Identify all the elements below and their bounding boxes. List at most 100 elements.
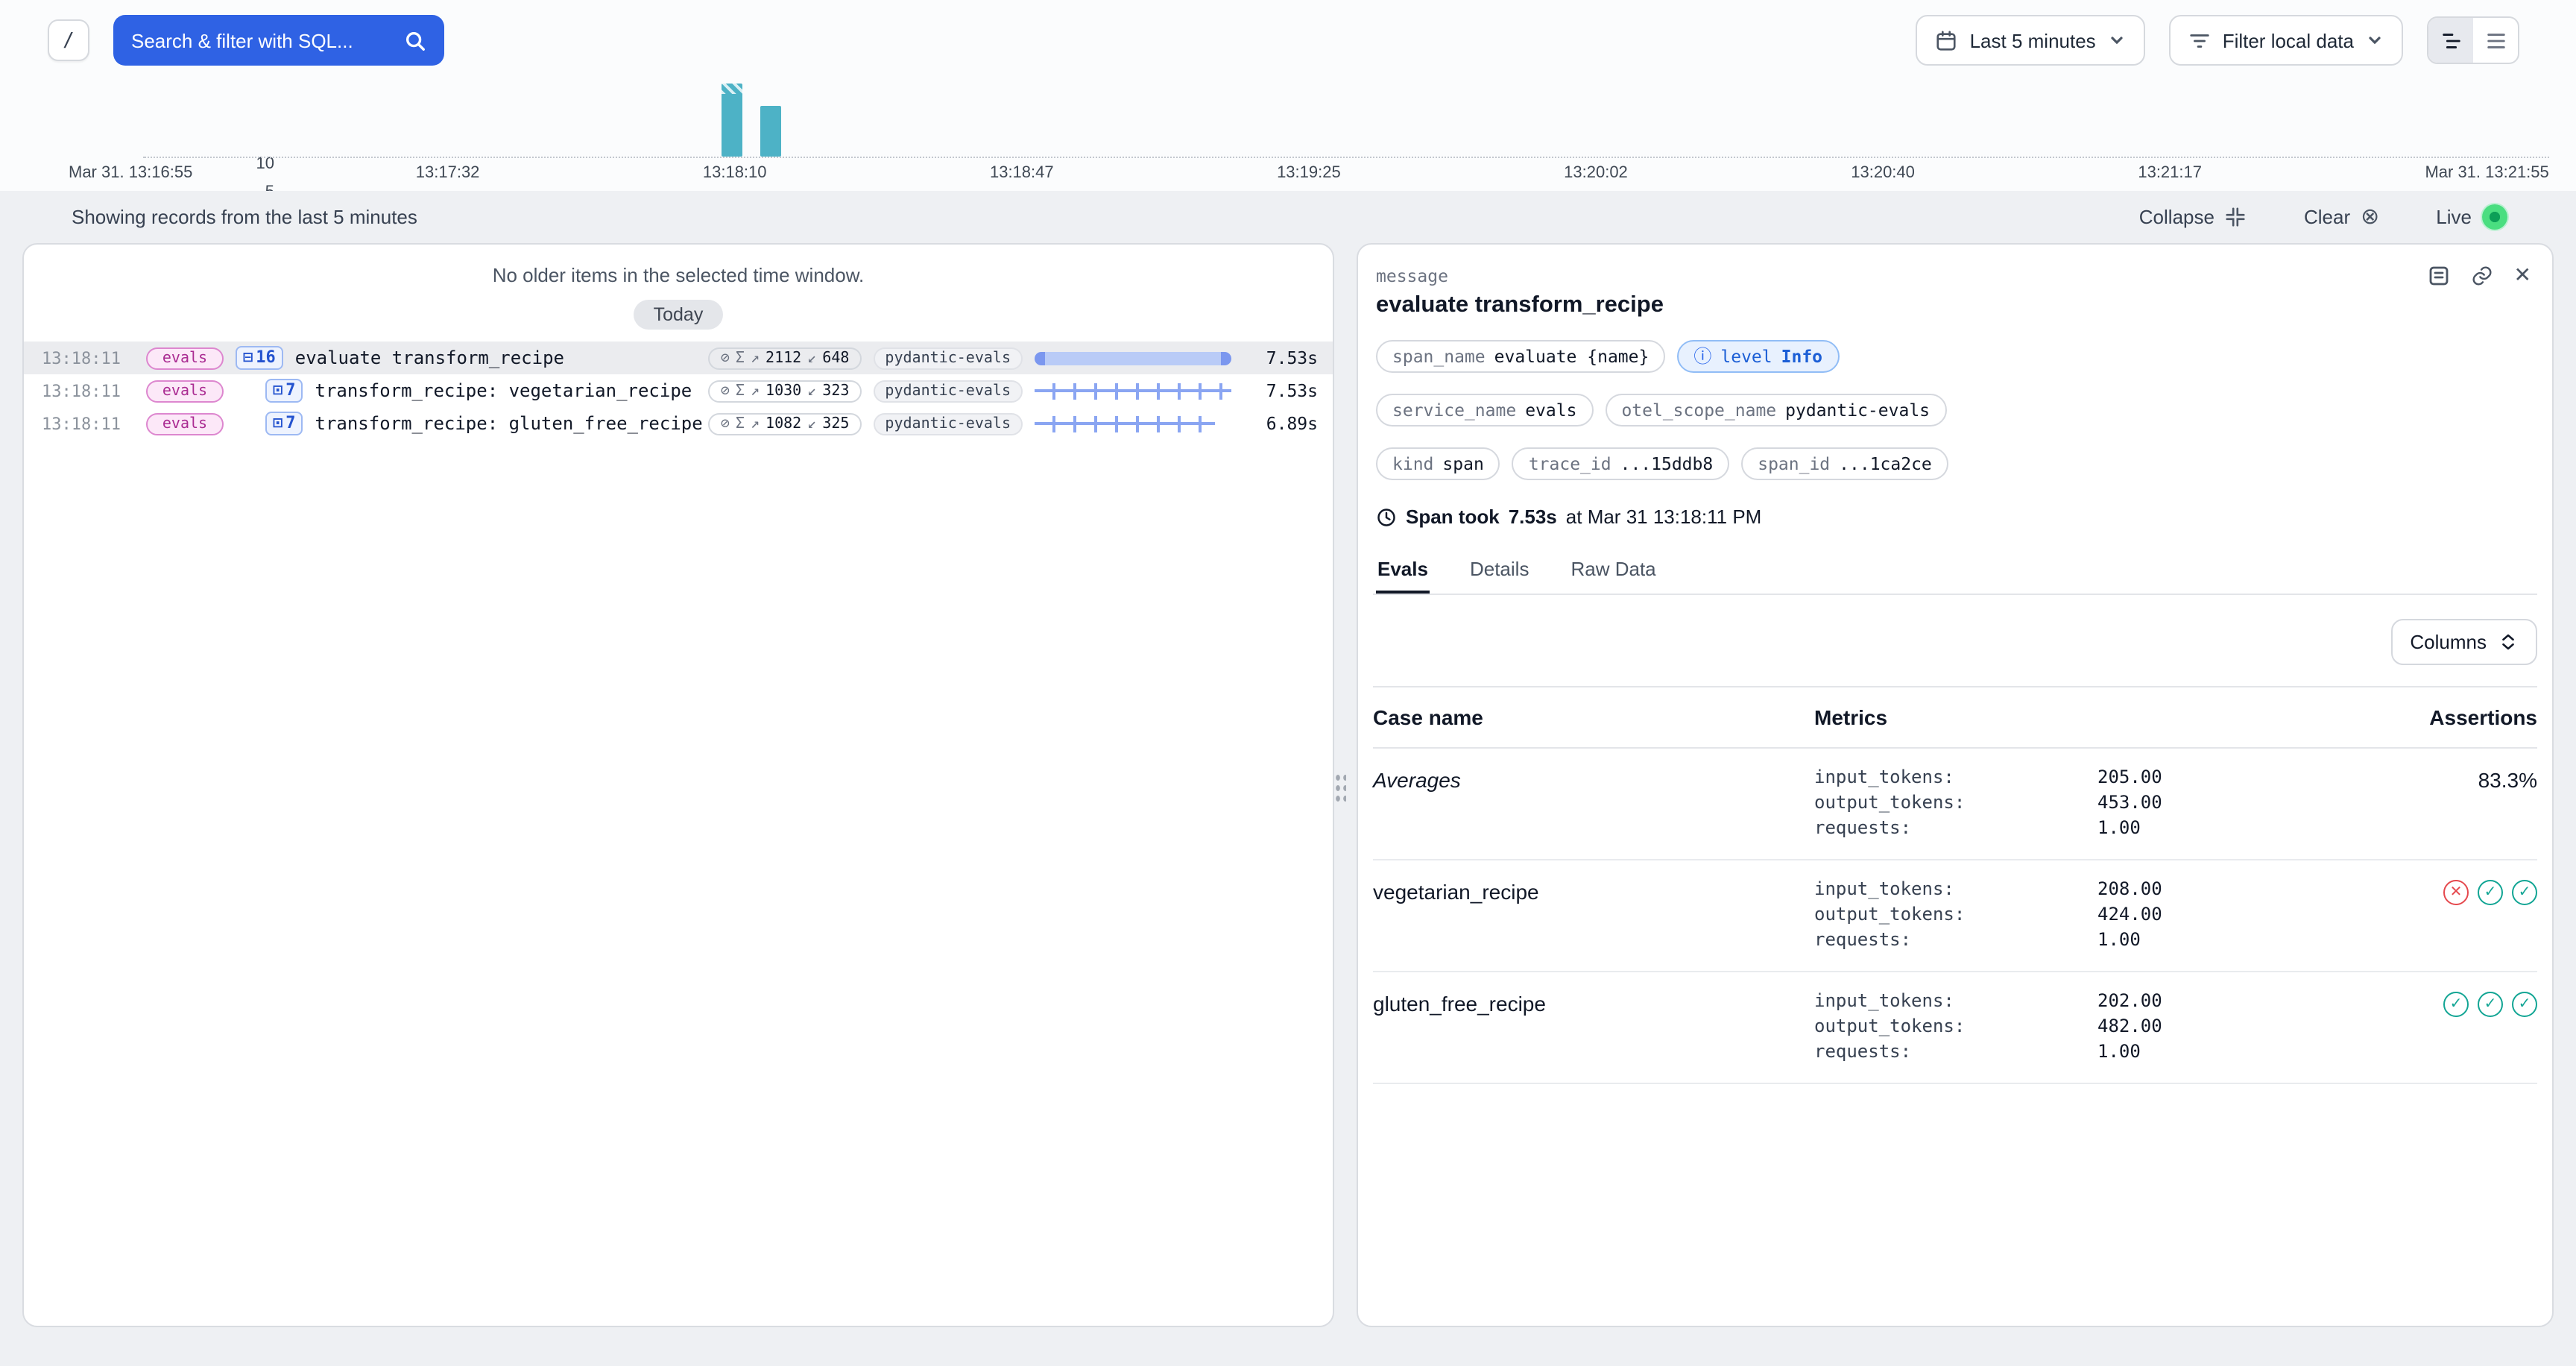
- tab-details[interactable]: Details: [1468, 549, 1531, 594]
- clear-button[interactable]: Clear ⊗: [2295, 204, 2388, 230]
- live-toggle[interactable]: Live: [2427, 203, 2516, 231]
- trace-row[interactable]: 13:18:11 evals ⊡7 transform_recipe: glut…: [24, 407, 1333, 440]
- expand-toggle[interactable]: ⊟16: [236, 346, 283, 370]
- column-header-case-name: Case name: [1373, 705, 1814, 729]
- histogram-plot-area[interactable]: [143, 84, 2549, 158]
- circle-slash-icon: ⊘: [721, 415, 730, 432]
- histogram-bar[interactable]: [761, 105, 782, 157]
- attribute-pill[interactable]: trace_id...15ddb8: [1512, 447, 1729, 480]
- attr-key: service_name: [1392, 400, 1516, 421]
- assertion-pass-icon: ✓: [2512, 992, 2537, 1017]
- attribute-pill[interactable]: service_nameevals: [1376, 394, 1593, 427]
- panel-resize-handle[interactable]: [1333, 771, 1348, 804]
- assertion-pass-icon: ✓: [2478, 992, 2503, 1017]
- child-count: 7: [285, 380, 295, 401]
- service-badge: evals: [146, 380, 224, 402]
- duration-bar: [1035, 351, 1231, 365]
- slash-shortcut-button[interactable]: /: [48, 19, 89, 61]
- evals-table-row[interactable]: vegetarian_recipe input_tokens:208.00out…: [1373, 860, 2537, 972]
- sigma-icon: Σ: [736, 350, 745, 366]
- tokens-in: 1030: [765, 383, 801, 399]
- tree-view-button[interactable]: [2428, 18, 2473, 63]
- timing-duration: 7.53s: [1509, 506, 1557, 528]
- detail-panel-actions: ✕: [2428, 262, 2531, 288]
- copy-link-button[interactable]: [2471, 263, 2495, 287]
- duration-bar: [1035, 415, 1215, 432]
- service-badge: evals: [146, 412, 224, 435]
- collapse-button[interactable]: Collapse: [2130, 204, 2256, 230]
- column-header-assertions: Assertions: [2314, 705, 2537, 729]
- metrics-cell: input_tokens:202.00output_tokens:482.00r…: [1814, 990, 2314, 1062]
- attr-key: span_id: [1758, 453, 1830, 474]
- metric-name: input_tokens:: [1814, 767, 2097, 787]
- trace-row[interactable]: 13:18:11 evals ⊡7 transform_recipe: vege…: [24, 374, 1333, 407]
- evals-table-row[interactable]: Averages input_tokens:205.00output_token…: [1373, 749, 2537, 860]
- empty-window-notice: No older items in the selected time wind…: [24, 264, 1333, 286]
- close-panel-button[interactable]: ✕: [2514, 262, 2531, 288]
- trace-row-time: 13:18:11: [42, 348, 131, 368]
- histogram-bar[interactable]: [722, 84, 743, 157]
- chevron-down-icon: [2108, 31, 2126, 49]
- expand-toggle[interactable]: ⊡7: [265, 379, 303, 403]
- attr-key: kind: [1392, 453, 1433, 474]
- day-separator-badge: Today: [634, 300, 723, 330]
- status-bar: Showing records from the last 5 minutes …: [0, 191, 2576, 243]
- calendar-icon: [1936, 29, 1958, 51]
- close-icon: ✕: [2514, 262, 2531, 288]
- metric-value: 202.00: [2097, 990, 2314, 1011]
- assertions-cell: ✓✓✓: [2314, 990, 2537, 1017]
- metric-value: 424.00: [2097, 904, 2314, 925]
- timeline-chart[interactable]: 10 5 0 Mar 31. 13:16:5513:17:3213:18:101…: [0, 84, 2576, 182]
- timing-prefix: Span took: [1406, 506, 1500, 528]
- attr-value: span: [1442, 453, 1483, 474]
- trace-list-panel: No older items in the selected time wind…: [22, 243, 1334, 1327]
- assertions-cell: ✕✓✓: [2314, 878, 2537, 905]
- x-axis-tick-label: 13:20:02: [1564, 164, 1628, 182]
- evals-table-header: Case name Metrics Assertions: [1373, 687, 2537, 749]
- time-range-button[interactable]: Last 5 minutes: [1916, 15, 2145, 66]
- tab-raw-data[interactable]: Raw Data: [1569, 549, 1657, 594]
- trace-row-time: 13:18:11: [42, 414, 131, 433]
- tokens-out: 325: [822, 415, 849, 432]
- child-count: 16: [256, 347, 276, 368]
- search-input[interactable]: Search & filter with SQL...: [113, 15, 444, 66]
- attribute-pill[interactable]: otel_scope_namepydantic-evals: [1605, 394, 1946, 427]
- trace-row[interactable]: 13:18:11 evals ⊟16 evaluate transform_re…: [24, 342, 1333, 374]
- x-axis-tick-label: Mar 31. 13:16:55: [69, 164, 192, 182]
- filter-icon: [2188, 29, 2211, 51]
- clock-icon: [1376, 506, 1397, 527]
- x-axis-tick-label: 13:19:25: [1277, 164, 1341, 182]
- attribute-pill[interactable]: kind span: [1376, 447, 1500, 480]
- level-pill[interactable]: ⓘlevelInfo: [1677, 340, 1839, 373]
- filter-local-data-button[interactable]: Filter local data: [2169, 15, 2403, 66]
- trace-row-meta: ⊘ Σ ↗1030 ↙323 pydantic-evals 7.53s: [709, 380, 1318, 402]
- scroll-into-view-button[interactable]: [2428, 263, 2452, 287]
- metric-value: 482.00: [2097, 1016, 2314, 1036]
- attribute-pill[interactable]: span_nameevaluate {name}: [1376, 340, 1665, 373]
- tokens-in: 1082: [765, 415, 801, 432]
- evals-table-row[interactable]: gluten_free_recipe input_tokens:202.00ou…: [1373, 972, 2537, 1084]
- attr-value: ...15ddb8: [1620, 453, 1714, 474]
- list-view-button[interactable]: [2473, 18, 2518, 63]
- metric-value: 1.00: [2097, 929, 2314, 950]
- attr-value: Info: [1781, 346, 1822, 367]
- metrics-cell: input_tokens:205.00output_tokens:453.00r…: [1814, 767, 2314, 838]
- metric-name: output_tokens:: [1814, 1016, 2097, 1036]
- tab-evals[interactable]: Evals: [1376, 549, 1430, 594]
- info-icon: ⓘ: [1693, 347, 1711, 365]
- tokens-in-icon: ↗: [751, 350, 760, 366]
- top-bar-right: Last 5 minutes Filter local data: [1916, 15, 2519, 66]
- metric-value: 453.00: [2097, 792, 2314, 813]
- column-header-metrics: Metrics: [1814, 705, 2314, 729]
- tokens-out-icon: ↙: [807, 383, 816, 399]
- trace-rows: 13:18:11 evals ⊟16 evaluate transform_re…: [24, 342, 1333, 440]
- attribute-pill[interactable]: span_id ...1ca2ce: [1741, 447, 1948, 480]
- trace-row-meta: ⊘ Σ ↗1082 ↙325 pydantic-evals 6.89s: [709, 412, 1318, 435]
- attr-value: ...1ca2ce: [1839, 453, 1932, 474]
- columns-button[interactable]: Columns: [2390, 619, 2537, 665]
- span-name: transform_recipe: vegetarian_recipe: [315, 380, 692, 401]
- sigma-icon: Σ: [736, 383, 745, 399]
- tokens-in: 2112: [765, 350, 801, 366]
- x-axis: Mar 31. 13:16:5513:17:3213:18:1013:18:47…: [69, 164, 2549, 182]
- expand-toggle[interactable]: ⊡7: [265, 412, 303, 435]
